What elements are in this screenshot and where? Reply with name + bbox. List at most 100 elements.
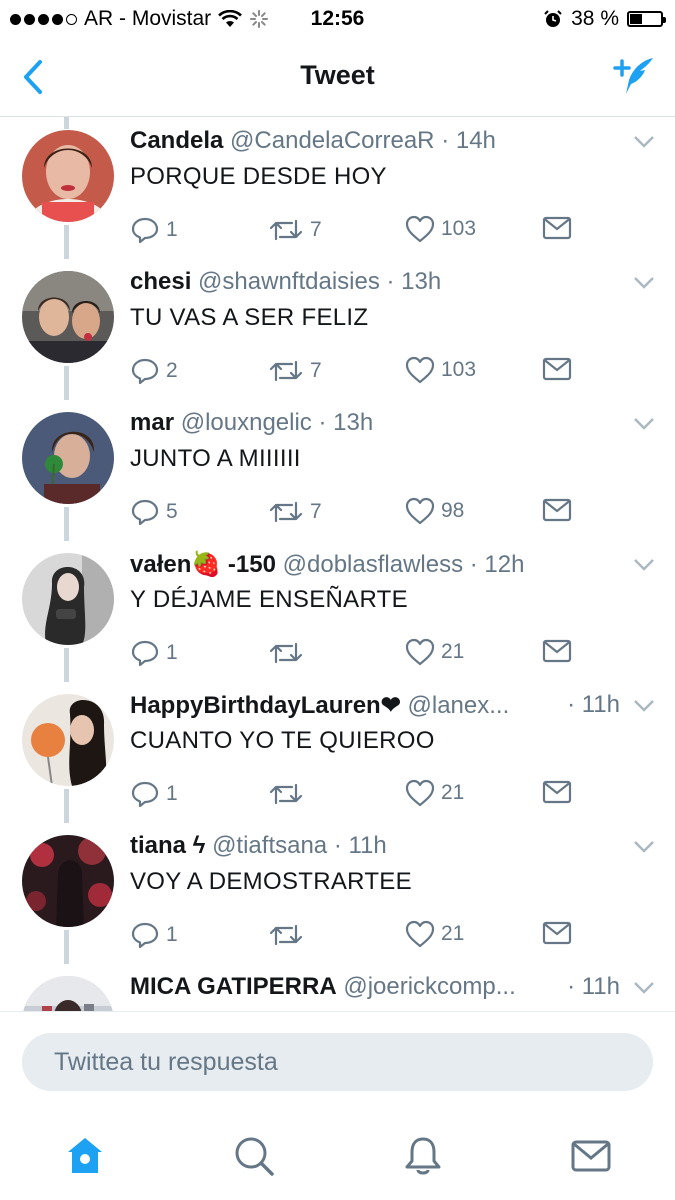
direct-message-button[interactable] xyxy=(542,638,572,664)
direct-message-button[interactable] xyxy=(542,920,572,946)
thread-line xyxy=(64,366,69,400)
navigation-bar: Tweet xyxy=(0,38,675,117)
display-name[interactable]: mar xyxy=(130,409,174,436)
like-button[interactable]: 21 xyxy=(405,638,464,666)
retweet-icon xyxy=(269,642,303,664)
username[interactable]: @louxngelic xyxy=(181,409,312,436)
like-button[interactable]: 103 xyxy=(405,215,476,243)
tweet-actions: 1 21 xyxy=(130,779,580,809)
reply-count: 1 xyxy=(166,641,178,664)
tweet[interactable]: HappyBirthdayLauren❤ @lanex... · 11h CUA… xyxy=(0,681,675,822)
tweet-text: PORQUE DESDE HOY xyxy=(130,163,387,190)
display-name[interactable]: tiana ϟ xyxy=(130,832,205,859)
search-icon[interactable] xyxy=(233,1135,275,1177)
tweet[interactable]: vałen🍓 -150 @doblasflawless · 12h Y DÉJA… xyxy=(0,540,675,681)
heart-icon xyxy=(405,920,435,948)
username[interactable]: @lanex... xyxy=(408,692,510,719)
reply-button[interactable]: 1 xyxy=(130,215,178,245)
timestamp: · 14h xyxy=(441,127,496,154)
display-name[interactable]: MICA GATIPERRA xyxy=(130,973,337,1000)
direct-message-button[interactable] xyxy=(542,356,572,382)
tweet[interactable]: tiana ϟ @tiaftsana · 11h VOY A DEMOSTRAR… xyxy=(0,822,675,963)
display-name[interactable]: HappyBirthdayLauren❤ xyxy=(130,692,401,719)
like-button[interactable]: 21 xyxy=(405,779,464,807)
reply-icon xyxy=(131,358,159,385)
avatar[interactable] xyxy=(22,976,114,1011)
divider xyxy=(0,1011,675,1012)
direct-message-button[interactable] xyxy=(542,779,572,805)
reply-button[interactable]: 5 xyxy=(130,497,178,527)
reply-button[interactable]: 1 xyxy=(130,920,178,950)
retweet-button[interactable] xyxy=(268,638,304,668)
page-title: Tweet xyxy=(300,60,375,90)
reply-icon xyxy=(131,640,159,667)
tweet-header: Candela @CandelaCorreaR · 14h xyxy=(130,127,610,155)
avatar[interactable] xyxy=(22,271,114,363)
chevron-down-icon[interactable] xyxy=(633,417,655,431)
timestamp: · 12h xyxy=(469,551,525,578)
like-button[interactable]: 98 xyxy=(405,497,464,525)
chevron-down-icon[interactable] xyxy=(633,558,655,572)
chevron-down-icon[interactable] xyxy=(633,276,655,290)
thread-line xyxy=(64,507,69,541)
like-count: 21 xyxy=(441,781,465,804)
reply-input[interactable] xyxy=(22,1033,634,1091)
retweet-count: 7 xyxy=(310,500,322,523)
tweet-actions: 2 7 103 xyxy=(130,356,580,386)
retweet-button[interactable]: 7 xyxy=(268,497,322,527)
retweet-button[interactable] xyxy=(268,779,304,809)
home-icon[interactable] xyxy=(64,1135,106,1177)
reply-button[interactable]: 1 xyxy=(130,779,178,809)
envelope-icon xyxy=(542,639,572,663)
tweet-actions: 1 21 xyxy=(130,638,580,668)
display-name[interactable]: vałen🍓 -150 xyxy=(130,551,276,578)
like-button[interactable]: 103 xyxy=(405,356,476,384)
avatar[interactable] xyxy=(22,130,114,222)
tweet[interactable]: MICA GATIPERRA @joerickcomp... · 11h xyxy=(0,963,675,1011)
direct-message-button[interactable] xyxy=(542,215,572,241)
tweet-text: TU VAS A SER FELIZ xyxy=(130,304,369,331)
retweet-button[interactable]: 7 xyxy=(268,215,322,245)
avatar[interactable] xyxy=(22,412,114,504)
reply-button[interactable]: 2 xyxy=(130,356,178,386)
like-button[interactable]: 21 xyxy=(405,920,464,948)
reply-count: 5 xyxy=(166,500,178,523)
heart-icon xyxy=(405,356,435,384)
like-count: 103 xyxy=(441,358,477,381)
tweet-header: tiana ϟ @tiaftsana · 11h xyxy=(130,832,610,860)
direct-message-button[interactable] xyxy=(542,497,572,523)
username[interactable]: @joerickcomp... xyxy=(343,973,515,1000)
username[interactable]: @CandelaCorreaR xyxy=(230,127,434,154)
compose-tweet-icon[interactable] xyxy=(613,54,657,98)
display-name[interactable]: Candela xyxy=(130,127,223,154)
envelope-icon xyxy=(542,921,572,945)
reply-button[interactable]: 1 xyxy=(130,638,178,668)
avatar[interactable] xyxy=(22,694,114,786)
heart-icon xyxy=(405,779,435,807)
reply-thread[interactable]: Candela @CandelaCorreaR · 14h PORQUE DES… xyxy=(0,117,675,1011)
display-name[interactable]: chesi xyxy=(130,268,191,295)
thread-line xyxy=(64,648,69,682)
username[interactable]: @shawnftdaisies xyxy=(198,268,380,295)
retweet-button[interactable] xyxy=(268,920,304,950)
username[interactable]: @tiaftsana xyxy=(212,832,327,859)
avatar[interactable] xyxy=(22,553,114,645)
tweet[interactable]: Candela @CandelaCorreaR · 14h PORQUE DES… xyxy=(0,117,675,258)
heart-icon xyxy=(405,215,435,243)
chevron-down-icon[interactable] xyxy=(633,135,655,149)
reply-composer[interactable] xyxy=(22,1033,653,1091)
envelope-icon xyxy=(542,357,572,381)
chevron-down-icon[interactable] xyxy=(633,699,655,713)
chevron-down-icon[interactable] xyxy=(633,981,655,995)
retweet-count: 7 xyxy=(310,218,322,241)
avatar[interactable] xyxy=(22,835,114,927)
chevron-down-icon[interactable] xyxy=(633,840,655,854)
tweet-header: chesi @shawnftdaisies · 13h xyxy=(130,268,610,296)
username[interactable]: @doblasflawless xyxy=(283,551,463,578)
messages-icon[interactable] xyxy=(570,1135,612,1177)
retweet-icon xyxy=(269,501,303,523)
retweet-button[interactable]: 7 xyxy=(268,356,322,386)
tweet[interactable]: chesi @shawnftdaisies · 13h TU VAS A SER… xyxy=(0,258,675,399)
notifications-icon[interactable] xyxy=(402,1135,444,1177)
tweet[interactable]: mar @louxngelic · 13h JUNTO A MIIIIII 5 … xyxy=(0,399,675,540)
